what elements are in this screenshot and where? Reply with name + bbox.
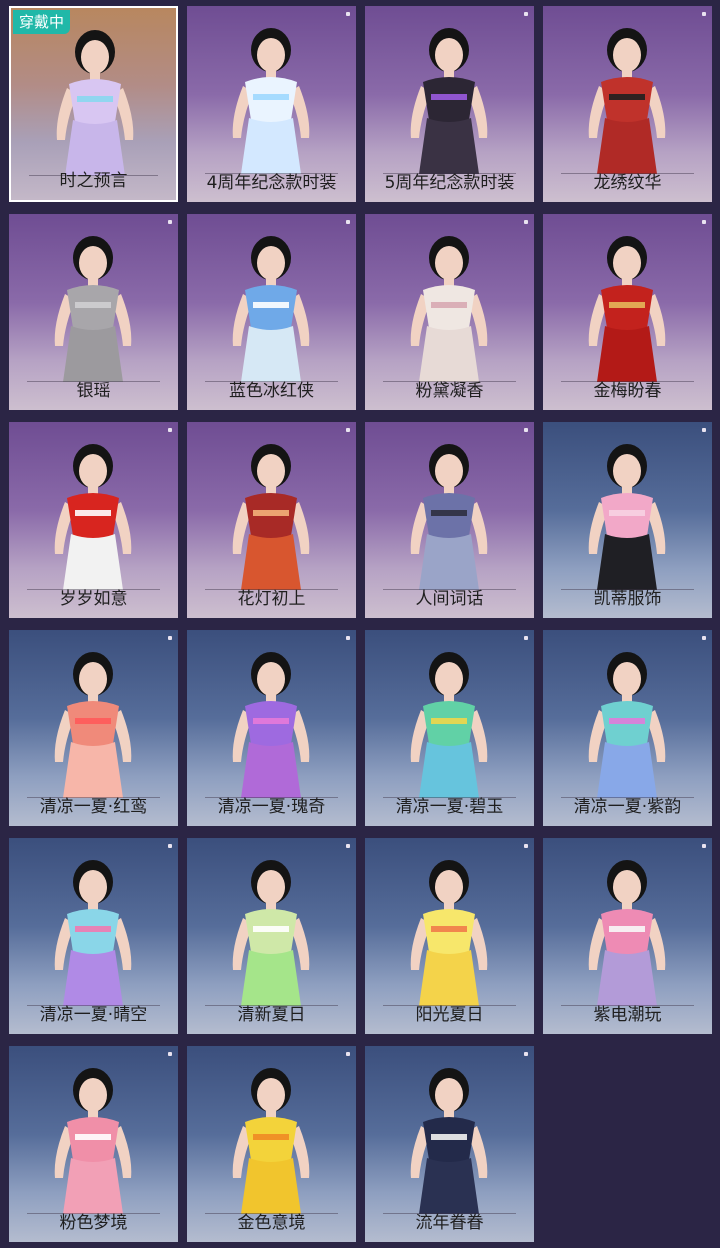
corner-dot-icon [346,428,350,432]
outfit-card[interactable]: 紫电潮玩 [543,838,712,1034]
outfit-figure [588,236,666,382]
equipped-badge: 穿戴中 [13,10,71,34]
corner-dot-icon [346,220,350,224]
outfit-card[interactable]: 粉黛凝香 [365,214,534,410]
outfit-figure [588,860,666,1006]
corner-dot-icon [524,428,528,432]
corner-dot-icon [702,844,706,848]
outfit-name: 凯蒂服饰 [593,589,662,609]
outfit-card[interactable]: 花灯初上 [187,422,356,618]
outfit-name: 金色意境 [237,1213,306,1233]
outfit-name: 银瑶 [76,381,111,401]
corner-dot-icon [168,428,172,432]
outfit-name: 4周年纪念款时装 [206,173,337,193]
outfit-figure [232,1068,310,1214]
outfit-name: 人间词话 [415,589,484,609]
outfit-card[interactable]: 蓝色冰红侠 [187,214,356,410]
outfit-card[interactable]: 流年眷眷 [365,1046,534,1242]
outfit-card[interactable]: 4周年纪念款时装 [187,6,356,202]
outfit-name: 时之预言 [59,171,128,191]
outfit-card[interactable]: 阳光夏日 [365,838,534,1034]
outfit-name: 紫电潮玩 [593,1005,662,1025]
outfit-card[interactable]: 粉色梦境 [9,1046,178,1242]
corner-dot-icon [702,220,706,224]
outfit-card[interactable]: 清凉一夏·晴空 [9,838,178,1034]
outfit-name: 5周年纪念款时装 [384,173,515,193]
corner-dot-icon [524,12,528,16]
outfit-name: 阳光夏日 [415,1005,484,1025]
outfit-name: 清凉一夏·晴空 [39,1005,148,1025]
outfit-card[interactable]: 清凉一夏·瑰奇 [187,630,356,826]
outfit-figure [232,652,310,798]
outfit-figure [232,444,310,590]
corner-dot-icon [346,12,350,16]
corner-dot-icon [524,1052,528,1056]
outfit-card[interactable]: 人间词话 [365,422,534,618]
outfit-card[interactable]: 金色意境 [187,1046,356,1242]
corner-dot-icon [168,844,172,848]
outfit-card[interactable]: 清凉一夏·碧玉 [365,630,534,826]
corner-dot-icon [346,844,350,848]
corner-dot-icon [168,636,172,640]
corner-dot-icon [524,220,528,224]
outfit-figure [588,28,666,174]
outfit-figure [54,236,132,382]
outfit-card[interactable]: 时之预言 穿戴中 [9,6,178,202]
outfit-figure [54,444,132,590]
outfit-figure [410,28,488,174]
corner-dot-icon [702,12,706,16]
outfit-figure [588,652,666,798]
outfit-name: 花灯初上 [237,589,306,609]
outfit-figure [232,236,310,382]
outfit-figure [410,1068,488,1214]
corner-dot-icon [346,1052,350,1056]
outfit-figure [410,236,488,382]
outfit-card[interactable]: 银瑶 [9,214,178,410]
outfit-figure [54,652,132,798]
outfit-figure [410,652,488,798]
outfit-grid: 时之预言 穿戴中 4周年纪念款时装 5周年纪念款时装 龙绣纹华银瑶 蓝色冰红侠 粉黛凝香 金梅… [0,0,720,1248]
outfit-name: 蓝色冰红侠 [229,381,314,401]
outfit-name: 清凉一夏·紫韵 [573,797,682,817]
corner-dot-icon [702,636,706,640]
outfit-figure [410,860,488,1006]
outfit-name: 清凉一夏·碧玉 [395,797,504,817]
outfit-card[interactable]: 龙绣纹华 [543,6,712,202]
corner-dot-icon [168,1052,172,1056]
outfit-name: 岁岁如意 [59,589,128,609]
outfit-card[interactable]: 清凉一夏·红鸾 [9,630,178,826]
outfit-card[interactable]: 金梅盼春 [543,214,712,410]
outfit-figure [232,860,310,1006]
outfit-name: 流年眷眷 [415,1213,484,1233]
outfit-card[interactable]: 清新夏日 [187,838,356,1034]
corner-dot-icon [524,636,528,640]
corner-dot-icon [702,428,706,432]
outfit-name: 龙绣纹华 [593,173,662,193]
outfit-figure [410,444,488,590]
outfit-figure [232,28,310,174]
outfit-name: 粉黛凝香 [415,381,484,401]
outfit-figure [54,1068,132,1214]
outfit-figure [54,860,132,1006]
outfit-name: 粉色梦境 [59,1213,128,1233]
outfit-card[interactable]: 5周年纪念款时装 [365,6,534,202]
outfit-card[interactable]: 清凉一夏·紫韵 [543,630,712,826]
corner-dot-icon [524,844,528,848]
outfit-figure [588,444,666,590]
outfit-card[interactable]: 岁岁如意 [9,422,178,618]
outfit-card[interactable]: 凯蒂服饰 [543,422,712,618]
outfit-name: 清新夏日 [237,1005,306,1025]
corner-dot-icon [346,636,350,640]
outfit-name: 清凉一夏·瑰奇 [217,797,326,817]
outfit-name: 清凉一夏·红鸾 [39,797,148,817]
outfit-name: 金梅盼春 [593,381,662,401]
corner-dot-icon [168,220,172,224]
